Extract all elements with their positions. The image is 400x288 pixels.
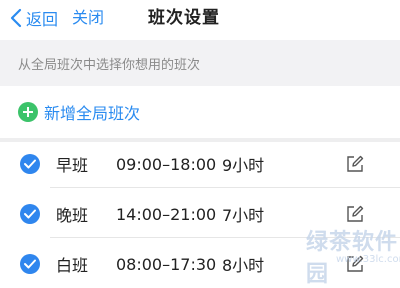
chevron-left-icon	[10, 8, 22, 28]
add-global-shift-label: 新增全局班次	[44, 104, 141, 123]
hint-bar: 从全局班次中选择你想用的班次	[0, 40, 400, 86]
shift-duration: 9小时	[222, 156, 265, 175]
back-label: 返回	[26, 10, 59, 29]
shift-name: 早班	[56, 156, 89, 175]
shift-time: 09:00–18:00	[116, 154, 217, 174]
close-button[interactable]: 关闭	[72, 6, 104, 30]
check-circle-icon[interactable]	[20, 254, 40, 274]
shift-row[interactable]: 早班 09:00–18:00 9小时	[0, 142, 400, 186]
check-circle-icon[interactable]	[20, 154, 40, 174]
shift-duration: 8小时	[222, 256, 265, 275]
navigation-bar: 返回 关闭 班次设置	[0, 0, 400, 38]
row-divider	[50, 187, 400, 188]
page-title: 班次设置	[148, 8, 220, 28]
shift-time: 14:00–21:00	[116, 204, 217, 224]
hint-text: 从全局班次中选择你想用的班次	[18, 58, 201, 73]
shift-name: 白班	[56, 256, 89, 275]
shift-duration: 7小时	[222, 206, 265, 225]
plus-circle-icon	[18, 102, 38, 122]
shift-time: 08:00–17:30	[116, 254, 217, 274]
check-circle-icon[interactable]	[20, 204, 40, 224]
back-button[interactable]: 返回	[10, 6, 58, 30]
shift-name: 晚班	[56, 206, 89, 225]
edit-icon[interactable]	[346, 205, 364, 223]
add-global-shift-button[interactable]: 新增全局班次	[0, 86, 400, 138]
watermark-url: www.33lc.com	[336, 254, 400, 265]
edit-icon[interactable]	[346, 155, 364, 173]
